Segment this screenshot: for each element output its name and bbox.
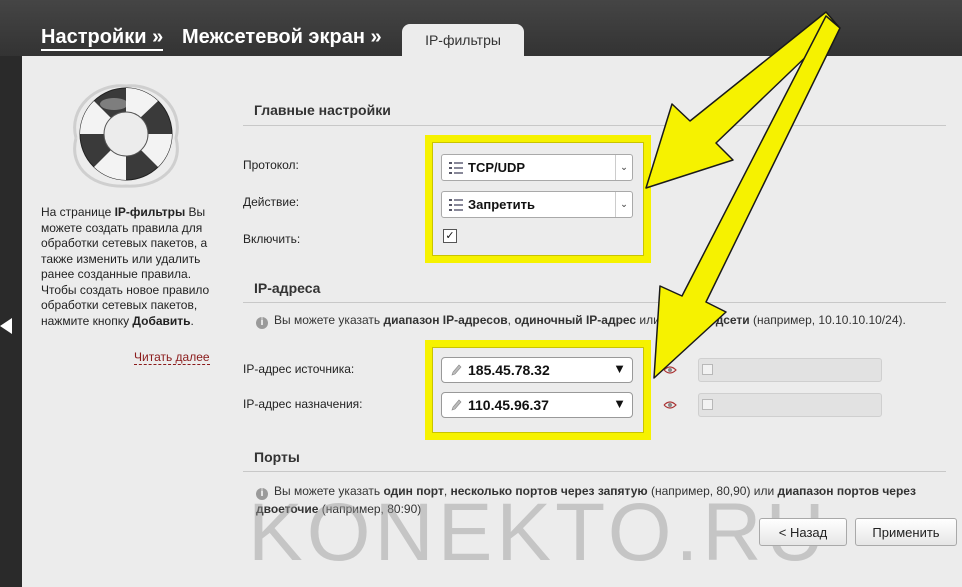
section-divider [243,125,946,126]
mask-checkbox[interactable] [702,399,713,410]
action-label: Действие: [243,195,300,209]
watermark: KONEKTO.RU [248,487,829,578]
lifebuoy-icon [73,84,179,188]
breadcrumb-firewall[interactable]: Межсетевой экран » [182,26,382,49]
info-icon: i [256,317,268,329]
ip-addresses-title: IP-адреса [254,280,321,296]
source-mask-input[interactable] [698,358,882,382]
highlight-box-ip [425,340,651,440]
section-divider [243,302,946,303]
highlight-box-settings [425,135,651,263]
apply-button[interactable]: Применить [855,518,957,546]
read-more-link[interactable]: Читать далее [134,350,210,365]
help-text: На странице IP-фильтры Вы можете создать… [41,205,210,328]
dest-mask-input[interactable] [698,393,882,417]
enable-label: Включить: [243,232,301,246]
dest-ip-label: IP-адрес назначения: [243,397,363,411]
back-button[interactable]: < Назад [759,518,847,546]
link-icon[interactable] [662,362,678,378]
link-icon[interactable] [662,397,678,413]
tab-ip-filters[interactable]: IP-фильтры [402,24,524,56]
ports-title: Порты [254,449,300,465]
ip-info-text: i Вы можете указать диапазон IP-адресов, … [256,313,906,329]
mask-checkbox[interactable] [702,364,713,375]
section-divider [243,471,946,472]
source-ip-label: IP-адрес источника: [243,362,355,376]
breadcrumb-settings[interactable]: Настройки » [41,26,164,51]
main-settings-title: Главные настройки [254,102,391,118]
protocol-label: Протокол: [243,158,299,172]
collapse-arrow-icon[interactable] [0,318,12,334]
